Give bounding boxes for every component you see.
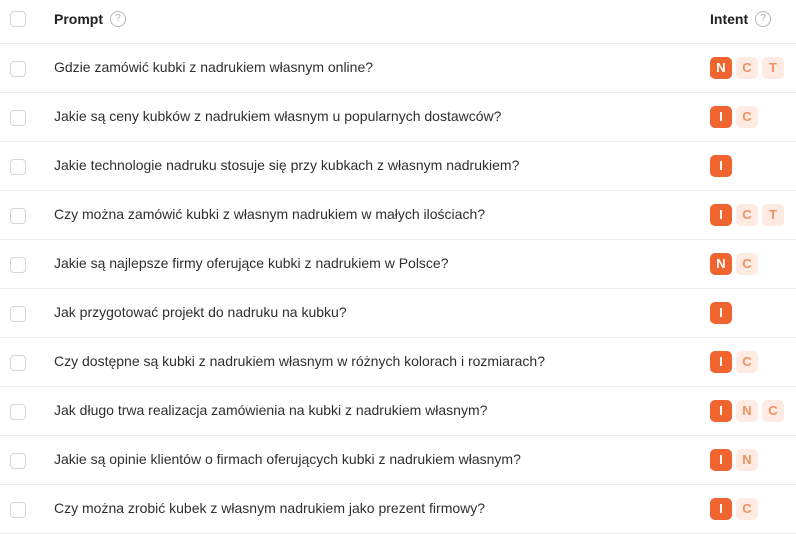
row-checkbox[interactable]: [10, 355, 26, 371]
prompt-help-icon[interactable]: ?: [110, 11, 126, 27]
intent-badges: I: [710, 155, 732, 177]
table-header: Prompt ? Intent ?: [0, 0, 796, 44]
intent-badges: I: [710, 302, 732, 324]
prompt-text: Czy dostępne są kubki z nadrukiem własny…: [54, 353, 545, 369]
intent-badge: N: [736, 400, 758, 422]
intent-badge: I: [710, 155, 732, 177]
prompt-text: Gdzie zamówić kubki z nadrukiem własnym …: [54, 59, 374, 75]
intent-badges: ICT: [710, 204, 784, 226]
table-row[interactable]: Jak przygotować projekt do nadruku na ku…: [0, 289, 796, 338]
intent-badge: C: [736, 498, 758, 520]
prompt-text: Czy można zrobić kubek z własnym nadruki…: [54, 500, 486, 516]
row-checkbox[interactable]: [10, 159, 26, 175]
table-row[interactable]: Czy można zrobić kubek z własnym nadruki…: [0, 485, 796, 534]
prompt-column-header: Prompt ?: [54, 11, 126, 27]
row-checkbox[interactable]: [10, 61, 26, 77]
prompt-text: Jak przygotować projekt do nadruku na ku…: [54, 304, 347, 320]
row-checkbox[interactable]: [10, 502, 26, 518]
table-row[interactable]: Czy można zamówić kubki z własnym nadruk…: [0, 191, 796, 240]
intent-badge: N: [710, 57, 732, 79]
row-checkbox[interactable]: [10, 453, 26, 469]
intent-badge: C: [736, 351, 758, 373]
select-all-checkbox[interactable]: [10, 11, 26, 27]
table-row[interactable]: Czy dostępne są kubki z nadrukiem własny…: [0, 338, 796, 387]
intent-help-icon[interactable]: ?: [755, 11, 772, 27]
row-checkbox[interactable]: [10, 110, 26, 126]
intent-badges: NC: [710, 253, 758, 275]
intent-badges: NCT: [710, 57, 784, 79]
intent-badge: C: [736, 253, 758, 275]
intent-badge: I: [710, 204, 732, 226]
table-row[interactable]: Jakie są najlepsze firmy oferujące kubki…: [0, 240, 796, 289]
intent-badge: N: [710, 253, 732, 275]
intent-badge: I: [710, 351, 732, 373]
intent-badge: I: [710, 498, 732, 520]
intent-header-label: Intent: [710, 11, 749, 27]
intent-badge: C: [736, 106, 758, 128]
intent-badge: N: [736, 449, 758, 471]
intent-badge: I: [710, 400, 732, 422]
row-checkbox[interactable]: [10, 404, 26, 420]
intent-badge: T: [762, 204, 784, 226]
intent-badge: C: [762, 400, 784, 422]
intent-badge: T: [762, 57, 784, 79]
prompt-text: Jakie są najlepsze firmy oferujące kubki…: [54, 255, 449, 271]
row-checkbox[interactable]: [10, 208, 26, 224]
intent-badge: I: [710, 302, 732, 324]
intent-badges: IN: [710, 449, 758, 471]
table-body: Gdzie zamówić kubki z nadrukiem własnym …: [0, 44, 796, 534]
intent-badges: IC: [710, 498, 758, 520]
row-checkbox[interactable]: [10, 257, 26, 273]
table-row[interactable]: Jakie są opinie klientów o firmach oferu…: [0, 436, 796, 485]
prompt-text: Jakie technologie nadruku stosuje się pr…: [54, 157, 520, 173]
intent-badge: C: [736, 204, 758, 226]
prompt-text: Jakie są ceny kubków z nadrukiem własnym…: [54, 108, 502, 124]
intent-badges: IC: [710, 351, 758, 373]
table-row[interactable]: Jakie technologie nadruku stosuje się pr…: [0, 142, 796, 191]
intent-column-header: Intent ?: [710, 11, 772, 27]
intent-badges: IC: [710, 106, 758, 128]
table-row[interactable]: Jakie są ceny kubków z nadrukiem własnym…: [0, 93, 796, 142]
table-row[interactable]: Gdzie zamówić kubki z nadrukiem własnym …: [0, 44, 796, 93]
table-row[interactable]: Jak długo trwa realizacja zamówienia na …: [0, 387, 796, 436]
intent-badges: INC: [710, 400, 784, 422]
prompt-text: Jakie są opinie klientów o firmach oferu…: [54, 451, 521, 467]
row-checkbox[interactable]: [10, 306, 26, 322]
intent-badge: I: [710, 106, 732, 128]
prompt-header-label: Prompt: [54, 11, 103, 27]
prompt-text: Czy można zamówić kubki z własnym nadruk…: [54, 206, 486, 222]
intent-badge: I: [710, 449, 732, 471]
prompt-table: Prompt ? Intent ? Gdzie zamówić kubki z …: [0, 0, 796, 534]
prompt-text: Jak długo trwa realizacja zamówienia na …: [54, 402, 488, 418]
intent-badge: C: [736, 57, 758, 79]
